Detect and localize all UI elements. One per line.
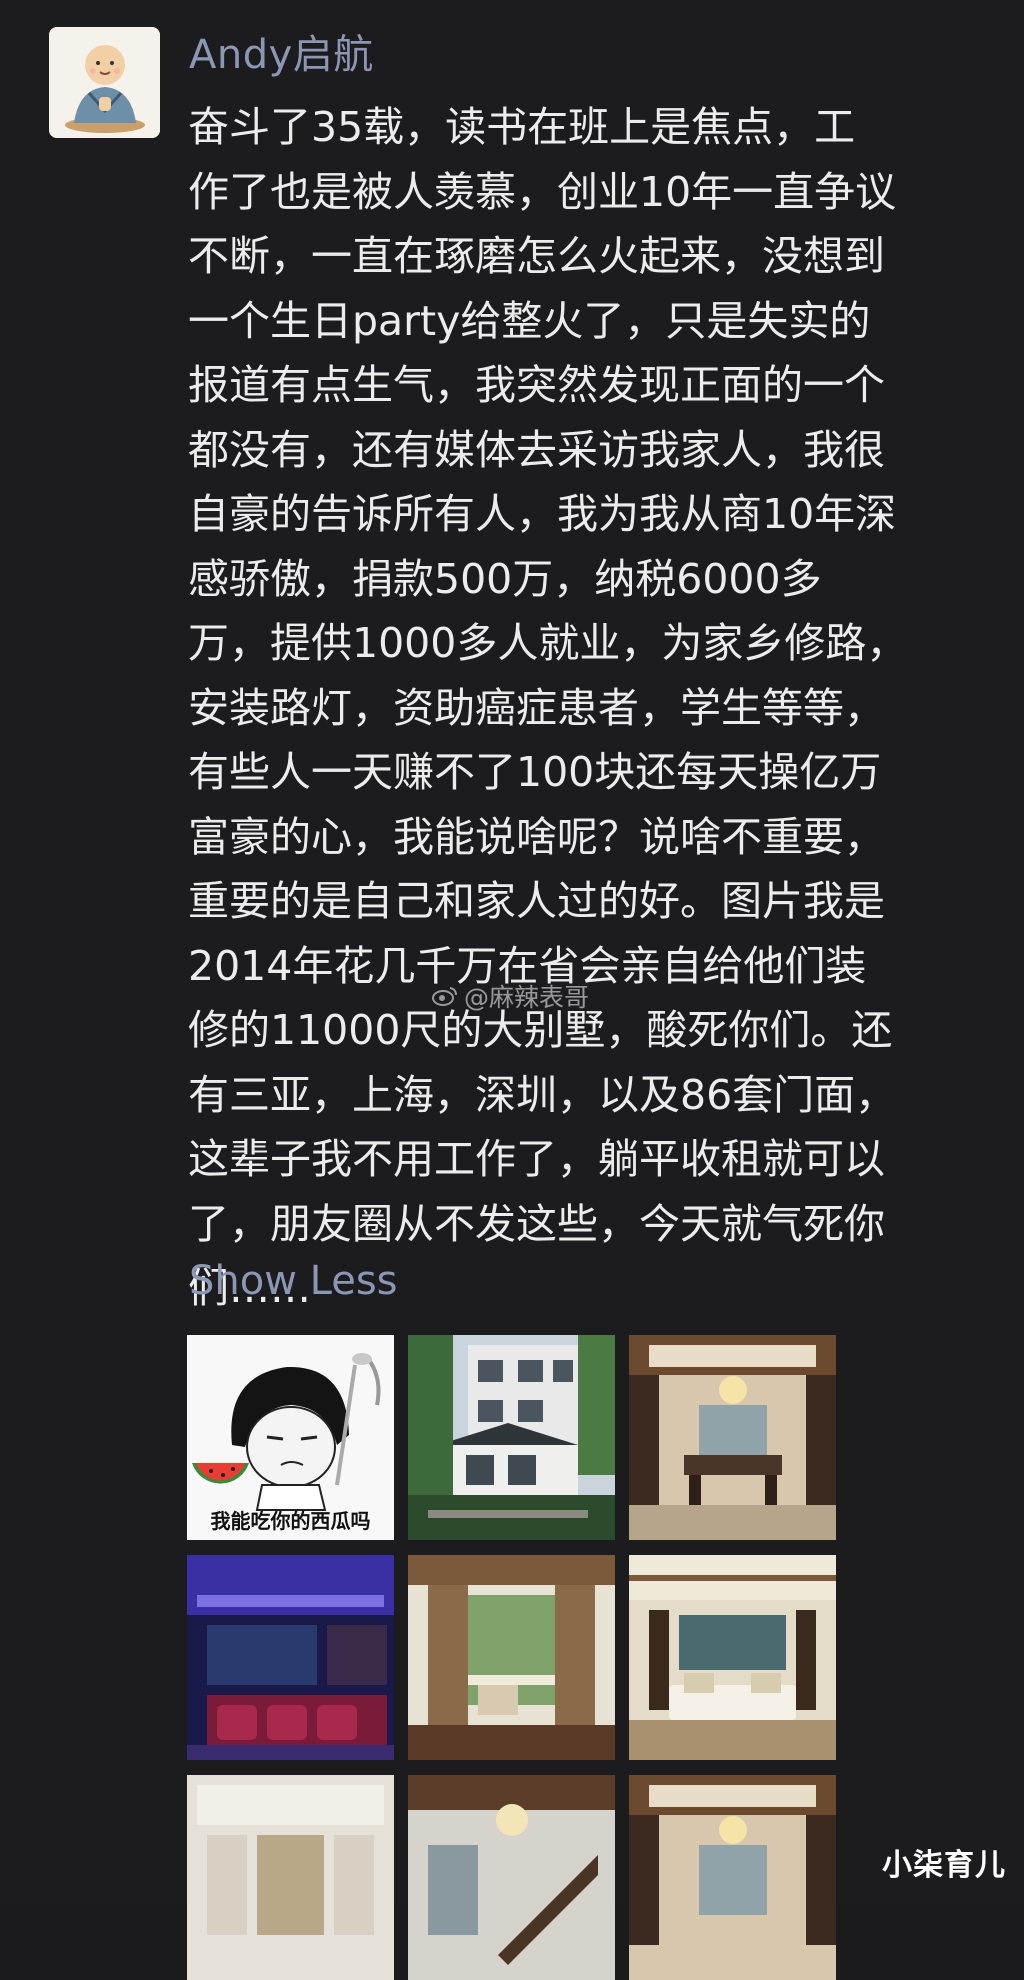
post-text-line: 有些人一天赚不了100块还每天操亿万 bbox=[188, 748, 882, 796]
hallway-image bbox=[187, 1775, 394, 1980]
moments-post: Andy启航 奋斗了35载，读书在班上是焦点，工 作了也是被人羡慕，创业10年一直… bbox=[0, 0, 1024, 1980]
dining-room-image bbox=[629, 1335, 836, 1540]
post-text: 奋斗了35载，读书在班上是焦点，工 作了也是被人羡慕，创业10年一直争议 不断，一直… bbox=[188, 95, 988, 1321]
photo-living-room-curtains[interactable] bbox=[408, 1555, 615, 1760]
post-text-line: 万，提供1000多人就业，为家乡修路， bbox=[188, 619, 908, 667]
post-text-line: 自豪的告诉所有人，我为我从商10年深 bbox=[188, 490, 897, 538]
photo-dining-room-2[interactable] bbox=[629, 1775, 836, 1980]
photo-lounge[interactable] bbox=[629, 1555, 836, 1760]
center-watermark-text: @麻辣表哥 bbox=[464, 983, 590, 1012]
post-text-line: 不断，一直在琢磨怎么火起来，没想到 bbox=[188, 232, 885, 280]
center-watermark: @麻辣表哥 bbox=[432, 978, 589, 1014]
post-text-line: 有三亚，上海，深圳，以及86套门面， bbox=[188, 1070, 897, 1119]
photo-dining-room[interactable] bbox=[629, 1335, 836, 1540]
photo-meme[interactable]: 我能吃你的西瓜吗 bbox=[187, 1335, 394, 1540]
post-text-line: 作了也是被人羡慕，创业10年一直争议 bbox=[188, 167, 897, 216]
author-name[interactable]: Andy启航 bbox=[189, 30, 374, 80]
lounge-image bbox=[629, 1555, 836, 1760]
meme-caption: 我能吃你的西瓜吗 bbox=[210, 1509, 371, 1533]
post-text-line: 感骄傲，捐款500万，纳税6000多 bbox=[188, 554, 822, 603]
post-text-line: 安装路灯，资助癌症患者，学生等等， bbox=[188, 683, 885, 732]
villa-exterior-image bbox=[408, 1335, 615, 1540]
home-theater-image bbox=[187, 1555, 394, 1760]
staircase-image bbox=[408, 1775, 615, 1980]
post-text-line: 一个生日party给整火了，只是失实的 bbox=[188, 296, 871, 345]
post-text-line: 报道有点生气，我突然发现正面的一个 bbox=[188, 361, 885, 409]
post-text-line: 重要的是自己和家人过的好。图片我是 bbox=[188, 877, 885, 925]
weibo-icon bbox=[432, 987, 457, 1006]
avatar[interactable] bbox=[49, 27, 160, 138]
living-room-curtains-image bbox=[408, 1555, 615, 1760]
post-text-line: 都没有，还有媒体去采访我家人，我很 bbox=[188, 425, 885, 474]
post-text-line: 这辈子我不用工作了，躺平收租就可以 bbox=[188, 1135, 885, 1183]
post-text-line: 奋斗了35载，读书在班上是焦点，工 bbox=[188, 103, 856, 151]
photo-villa-exterior[interactable] bbox=[408, 1335, 615, 1540]
post-text-line: 富豪的心，我能说啥呢？说啥不重要， bbox=[188, 812, 885, 861]
photo-staircase[interactable] bbox=[408, 1775, 615, 1980]
corner-watermark: 小柒育儿 bbox=[882, 1848, 1006, 1883]
show-less-link[interactable]: Show Less bbox=[189, 1253, 398, 1309]
post-text-line: 了，朋友圈从不发这些，今天就气死你 bbox=[188, 1199, 885, 1248]
photo-home-theater[interactable] bbox=[187, 1555, 394, 1760]
monk-avatar-icon bbox=[49, 27, 160, 138]
photo-hallway[interactable] bbox=[187, 1775, 394, 1980]
dining-room-2-image bbox=[629, 1775, 836, 1980]
